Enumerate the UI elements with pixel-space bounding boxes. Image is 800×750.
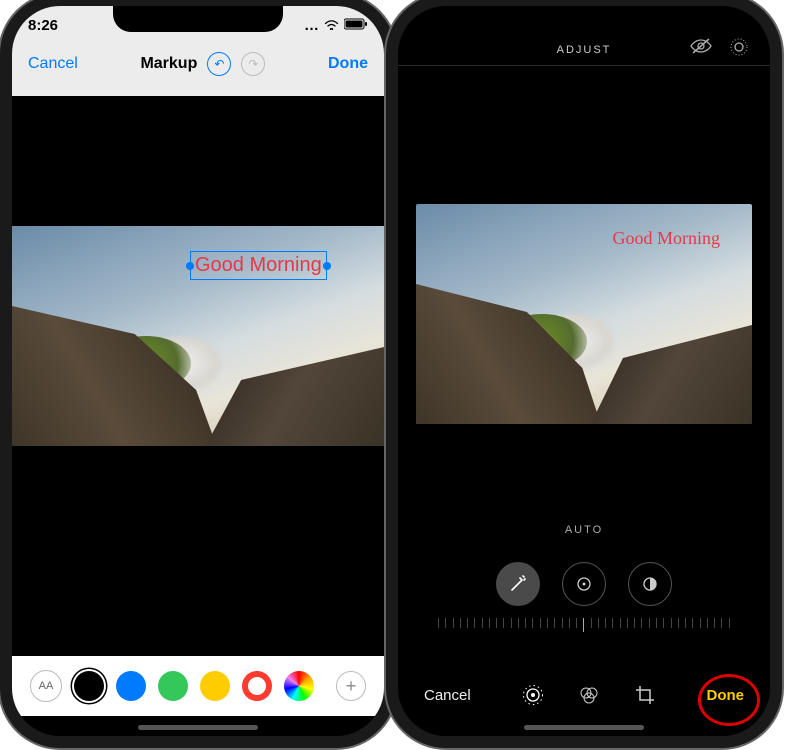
- auto-label: AUTO: [398, 524, 770, 536]
- exposure-button[interactable]: [562, 562, 606, 606]
- photo-text-overlay: Good Morning: [613, 228, 721, 249]
- phone-markup: 8:26 … Cancel Markup ↶ ↷: [12, 6, 384, 736]
- battery-icon: [344, 17, 368, 34]
- markup-text-box[interactable]: Good Morning: [190, 251, 327, 280]
- tutorial-arrow-icon: [67, 636, 327, 656]
- color-picker-button[interactable]: [284, 671, 314, 701]
- adjustment-buttons: [398, 562, 770, 606]
- cancel-button[interactable]: Cancel: [424, 687, 471, 704]
- home-indicator[interactable]: [524, 725, 644, 730]
- status-icons: …: [304, 17, 368, 34]
- adjustment-slider[interactable]: [438, 618, 730, 632]
- resize-handle-right[interactable]: [323, 262, 331, 270]
- tab-adjust[interactable]: [521, 683, 545, 707]
- notch: [113, 6, 283, 32]
- status-time: 8:26: [28, 17, 58, 34]
- tab-crop[interactable]: [633, 683, 657, 707]
- done-button[interactable]: Done: [328, 55, 368, 73]
- color-black-selected[interactable]: [74, 671, 104, 701]
- brilliance-button[interactable]: [628, 562, 672, 606]
- color-red[interactable]: [242, 671, 272, 701]
- tab-filters[interactable]: [577, 683, 601, 707]
- notch: [499, 6, 669, 32]
- wifi-icon: [324, 17, 339, 34]
- page-title: Markup: [140, 55, 197, 73]
- resize-handle-left[interactable]: [186, 262, 194, 270]
- color-yellow[interactable]: [200, 671, 230, 701]
- home-indicator[interactable]: [138, 725, 258, 730]
- text-style-button[interactable]: AA: [30, 670, 62, 702]
- markup-canvas[interactable]: Good Morning: [12, 96, 384, 656]
- undo-button[interactable]: ↶: [207, 52, 231, 76]
- done-button[interactable]: Done: [706, 687, 744, 704]
- bottom-toolbar: Cancel Done: [398, 672, 770, 718]
- auto-enhance-button[interactable]: [496, 562, 540, 606]
- cancel-button[interactable]: Cancel: [28, 55, 78, 73]
- more-icon: …: [304, 17, 319, 34]
- visibility-off-icon[interactable]: [690, 38, 712, 61]
- header-title: ADJUST: [557, 44, 612, 56]
- live-photo-icon[interactable]: [730, 38, 748, 61]
- color-toolbar: AA +: [12, 656, 384, 716]
- color-blue[interactable]: [116, 671, 146, 701]
- add-button[interactable]: +: [336, 671, 366, 701]
- markup-text-content: Good Morning: [195, 254, 322, 276]
- redo-button: ↷: [241, 52, 265, 76]
- color-green[interactable]: [158, 671, 188, 701]
- phone-adjust: ADJUST Good Morning AUTO: [398, 6, 770, 736]
- markup-nav: Cancel Markup ↶ ↷ Done: [28, 40, 368, 88]
